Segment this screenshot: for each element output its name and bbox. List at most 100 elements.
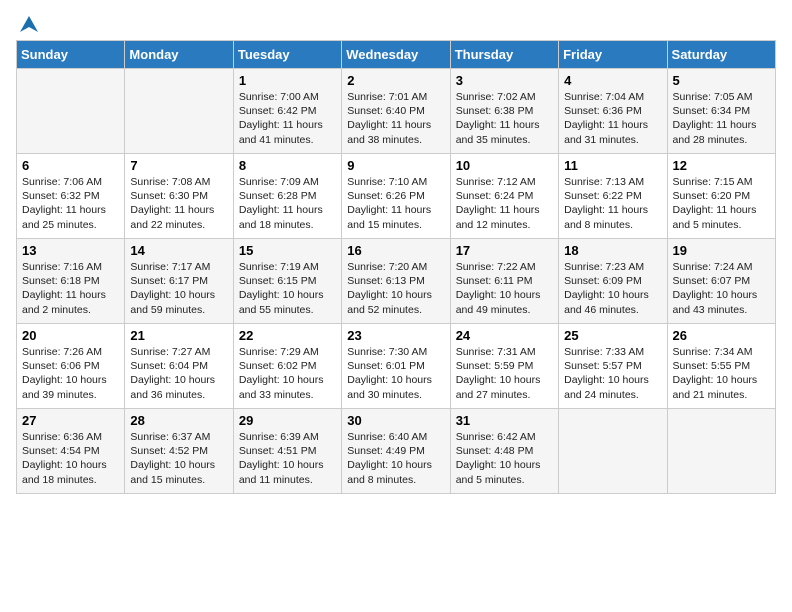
page-header (16, 16, 776, 32)
day-info: Sunrise: 7:13 AM Sunset: 6:22 PM Dayligh… (564, 175, 661, 232)
day-info: Sunrise: 7:34 AM Sunset: 5:55 PM Dayligh… (673, 345, 770, 402)
calendar-cell: 17 Sunrise: 7:22 AM Sunset: 6:11 PM Dayli… (450, 239, 558, 324)
header-tuesday: Tuesday (233, 41, 341, 69)
logo-bird-icon (18, 14, 40, 36)
header-saturday: Saturday (667, 41, 775, 69)
calendar-cell: 11Sunrise: 7:13 AM Sunset: 6:22 PM Dayli… (559, 154, 667, 239)
calendar-cell (17, 69, 125, 154)
calendar-cell: 24Sunrise: 7:31 AM Sunset: 5:59 PM Dayli… (450, 324, 558, 409)
day-number: 17 (456, 243, 553, 258)
day-number: 7 (130, 158, 227, 173)
calendar-cell: 13 Sunrise: 7:16 AM Sunset: 6:18 PM Dayli… (17, 239, 125, 324)
day-info: Sunrise: 7:33 AM Sunset: 5:57 PM Dayligh… (564, 345, 661, 402)
day-info: Sunrise: 7:00 AM Sunset: 6:42 PM Dayligh… (239, 90, 336, 147)
day-number: 6 (22, 158, 119, 173)
day-number: 19 (673, 243, 770, 258)
day-info: Sunrise: 7:19 AM Sunset: 6:15 PM Dayligh… (239, 260, 336, 317)
day-number: 16 (347, 243, 444, 258)
day-info: Sunrise: 7:23 AM Sunset: 6:09 PM Dayligh… (564, 260, 661, 317)
calendar-cell (125, 69, 233, 154)
week-row-4: 20 Sunrise: 7:26 AM Sunset: 6:06 PM Dayli… (17, 324, 776, 409)
day-info: Sunrise: 7:08 AM Sunset: 6:30 PM Dayligh… (130, 175, 227, 232)
day-number: 1 (239, 73, 336, 88)
day-number: 22 (239, 328, 336, 343)
calendar-table: SundayMondayTuesdayWednesdayThursdayFrid… (16, 40, 776, 494)
calendar-cell: 21 Sunrise: 7:27 AM Sunset: 6:04 PM Dayli… (125, 324, 233, 409)
day-number: 28 (130, 413, 227, 428)
calendar-cell: 18 Sunrise: 7:23 AM Sunset: 6:09 PM Dayli… (559, 239, 667, 324)
day-number: 4 (564, 73, 661, 88)
calendar-cell: 14Sunrise: 7:17 AM Sunset: 6:17 PM Dayli… (125, 239, 233, 324)
logo (16, 16, 40, 32)
day-number: 9 (347, 158, 444, 173)
calendar-cell: 23 Sunrise: 7:30 AM Sunset: 6:01 PM Dayli… (342, 324, 450, 409)
day-number: 29 (239, 413, 336, 428)
calendar-cell: 26 Sunrise: 7:34 AM Sunset: 5:55 PM Dayli… (667, 324, 775, 409)
day-info: Sunrise: 6:40 AM Sunset: 4:49 PM Dayligh… (347, 430, 444, 487)
week-row-5: 27Sunrise: 6:36 AM Sunset: 4:54 PM Dayli… (17, 409, 776, 494)
day-info: Sunrise: 7:05 AM Sunset: 6:34 PM Dayligh… (673, 90, 770, 147)
header-friday: Friday (559, 41, 667, 69)
header-monday: Monday (125, 41, 233, 69)
day-number: 15 (239, 243, 336, 258)
day-number: 31 (456, 413, 553, 428)
calendar-cell (667, 409, 775, 494)
day-info: Sunrise: 6:39 AM Sunset: 4:51 PM Dayligh… (239, 430, 336, 487)
week-row-1: 1 Sunrise: 7:00 AM Sunset: 6:42 PM Daylig… (17, 69, 776, 154)
day-info: Sunrise: 7:22 AM Sunset: 6:11 PM Dayligh… (456, 260, 553, 317)
day-number: 18 (564, 243, 661, 258)
day-info: Sunrise: 6:37 AM Sunset: 4:52 PM Dayligh… (130, 430, 227, 487)
day-number: 25 (564, 328, 661, 343)
calendar-cell: 3Sunrise: 7:02 AM Sunset: 6:38 PM Daylig… (450, 69, 558, 154)
day-info: Sunrise: 7:24 AM Sunset: 6:07 PM Dayligh… (673, 260, 770, 317)
calendar-cell: 7 Sunrise: 7:08 AM Sunset: 6:30 PM Daylig… (125, 154, 233, 239)
day-info: Sunrise: 6:36 AM Sunset: 4:54 PM Dayligh… (22, 430, 119, 487)
calendar-cell: 27Sunrise: 6:36 AM Sunset: 4:54 PM Dayli… (17, 409, 125, 494)
calendar-cell: 9 Sunrise: 7:10 AM Sunset: 6:26 PM Daylig… (342, 154, 450, 239)
day-number: 5 (673, 73, 770, 88)
day-info: Sunrise: 7:06 AM Sunset: 6:32 PM Dayligh… (22, 175, 119, 232)
day-info: Sunrise: 7:10 AM Sunset: 6:26 PM Dayligh… (347, 175, 444, 232)
day-info: Sunrise: 7:30 AM Sunset: 6:01 PM Dayligh… (347, 345, 444, 402)
day-info: Sunrise: 7:04 AM Sunset: 6:36 PM Dayligh… (564, 90, 661, 147)
calendar-cell: 8 Sunrise: 7:09 AM Sunset: 6:28 PM Daylig… (233, 154, 341, 239)
day-number: 23 (347, 328, 444, 343)
day-number: 13 (22, 243, 119, 258)
week-row-2: 6 Sunrise: 7:06 AM Sunset: 6:32 PM Daylig… (17, 154, 776, 239)
day-number: 26 (673, 328, 770, 343)
day-info: Sunrise: 7:16 AM Sunset: 6:18 PM Dayligh… (22, 260, 119, 317)
calendar-cell: 2Sunrise: 7:01 AM Sunset: 6:40 PM Daylig… (342, 69, 450, 154)
day-number: 12 (673, 158, 770, 173)
calendar-cell: 12Sunrise: 7:15 AM Sunset: 6:20 PM Dayli… (667, 154, 775, 239)
day-info: Sunrise: 7:17 AM Sunset: 6:17 PM Dayligh… (130, 260, 227, 317)
day-info: Sunrise: 7:26 AM Sunset: 6:06 PM Dayligh… (22, 345, 119, 402)
calendar-cell: 16Sunrise: 7:20 AM Sunset: 6:13 PM Dayli… (342, 239, 450, 324)
day-info: Sunrise: 7:27 AM Sunset: 6:04 PM Dayligh… (130, 345, 227, 402)
day-number: 20 (22, 328, 119, 343)
calendar-cell: 5 Sunrise: 7:05 AM Sunset: 6:34 PM Daylig… (667, 69, 775, 154)
calendar-cell: 15 Sunrise: 7:19 AM Sunset: 6:15 PM Dayli… (233, 239, 341, 324)
header-sunday: Sunday (17, 41, 125, 69)
day-info: Sunrise: 7:09 AM Sunset: 6:28 PM Dayligh… (239, 175, 336, 232)
day-info: Sunrise: 6:42 AM Sunset: 4:48 PM Dayligh… (456, 430, 553, 487)
header-row: SundayMondayTuesdayWednesdayThursdayFrid… (17, 41, 776, 69)
calendar-cell: 19 Sunrise: 7:24 AM Sunset: 6:07 PM Dayli… (667, 239, 775, 324)
calendar-cell: 20 Sunrise: 7:26 AM Sunset: 6:06 PM Dayli… (17, 324, 125, 409)
week-row-3: 13 Sunrise: 7:16 AM Sunset: 6:18 PM Dayli… (17, 239, 776, 324)
calendar-cell: 1 Sunrise: 7:00 AM Sunset: 6:42 PM Daylig… (233, 69, 341, 154)
day-info: Sunrise: 7:29 AM Sunset: 6:02 PM Dayligh… (239, 345, 336, 402)
day-info: Sunrise: 7:01 AM Sunset: 6:40 PM Dayligh… (347, 90, 444, 147)
header-thursday: Thursday (450, 41, 558, 69)
calendar-cell: 29 Sunrise: 6:39 AM Sunset: 4:51 PM Dayli… (233, 409, 341, 494)
day-number: 8 (239, 158, 336, 173)
calendar-cell: 22 Sunrise: 7:29 AM Sunset: 6:02 PM Dayli… (233, 324, 341, 409)
calendar-cell: 30Sunrise: 6:40 AM Sunset: 4:49 PM Dayli… (342, 409, 450, 494)
day-info: Sunrise: 7:02 AM Sunset: 6:38 PM Dayligh… (456, 90, 553, 147)
calendar-cell (559, 409, 667, 494)
calendar-cell: 6 Sunrise: 7:06 AM Sunset: 6:32 PM Daylig… (17, 154, 125, 239)
calendar-cell: 28 Sunrise: 6:37 AM Sunset: 4:52 PM Dayli… (125, 409, 233, 494)
day-number: 21 (130, 328, 227, 343)
calendar-cell: 10 Sunrise: 7:12 AM Sunset: 6:24 PM Dayli… (450, 154, 558, 239)
day-info: Sunrise: 7:12 AM Sunset: 6:24 PM Dayligh… (456, 175, 553, 232)
day-number: 10 (456, 158, 553, 173)
